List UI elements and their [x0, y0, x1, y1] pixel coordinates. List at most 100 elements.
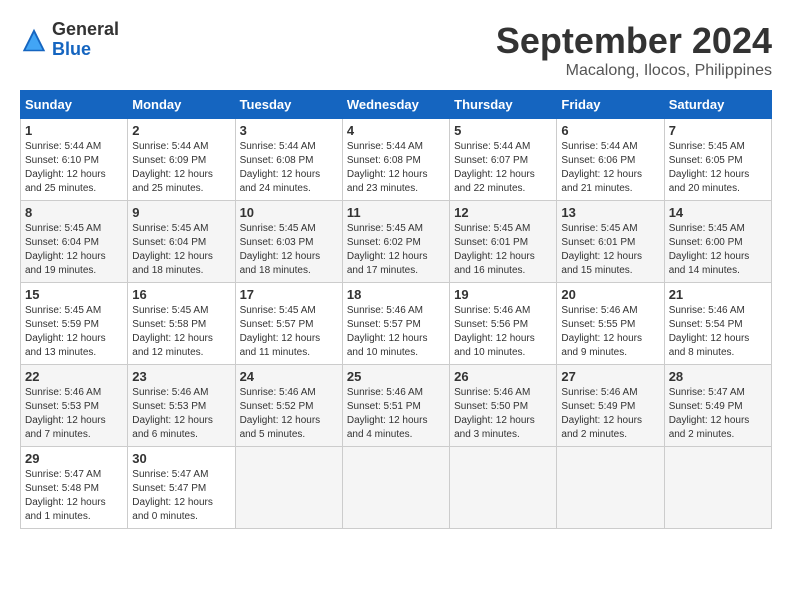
calendar-cell: 4Sunrise: 5:44 AMSunset: 6:08 PMDaylight… — [342, 119, 449, 201]
calendar-cell: 24 Sunrise: 5:46 AMSunset: 5:52 PMDayligh… — [235, 365, 342, 447]
day-number: 24 — [240, 369, 338, 384]
day-number: 22 — [25, 369, 123, 384]
day-info: Sunrise: 5:44 AMSunset: 6:08 PMDaylight:… — [240, 140, 338, 196]
day-info: Sunrise: 5:46 AMSunset: 5:52 PMDaylight:… — [240, 386, 338, 442]
day-info: Sunrise: 5:46 AMSunset: 5:57 PMDaylight:… — [347, 304, 445, 360]
day-number: 8 — [25, 205, 123, 220]
day-number: 1 — [25, 123, 123, 138]
calendar-week-row: 15 Sunrise: 5:45 AMSunset: 5:59 PMDayligh… — [21, 283, 772, 365]
calendar-cell: 13 Sunrise: 5:45 AMSunset: 6:01 PMDayligh… — [557, 201, 664, 283]
day-number: 19 — [454, 287, 552, 302]
day-number: 23 — [132, 369, 230, 384]
header-monday: Monday — [128, 91, 235, 119]
day-info: Sunrise: 5:47 AMSunset: 5:49 PMDaylight:… — [669, 386, 767, 442]
day-number: 15 — [25, 287, 123, 302]
day-number: 13 — [561, 205, 659, 220]
day-info: Sunrise: 5:44 AMSunset: 6:09 PMDaylight:… — [132, 140, 230, 196]
day-number: 16 — [132, 287, 230, 302]
header-tuesday: Tuesday — [235, 91, 342, 119]
calendar-cell — [664, 447, 771, 529]
day-info: Sunrise: 5:47 AMSunset: 5:48 PMDaylight:… — [25, 468, 123, 524]
day-info: Sunrise: 5:46 AMSunset: 5:49 PMDaylight:… — [561, 386, 659, 442]
day-info: Sunrise: 5:44 AMSunset: 6:07 PMDaylight:… — [454, 140, 552, 196]
header-thursday: Thursday — [450, 91, 557, 119]
calendar-cell: 21Sunrise: 5:46 AMSunset: 5:54 PMDayligh… — [664, 283, 771, 365]
calendar-week-row: 29 Sunrise: 5:47 AMSunset: 5:48 PMDayligh… — [21, 447, 772, 529]
weekday-header-row: Sunday Monday Tuesday Wednesday Thursday… — [21, 91, 772, 119]
day-number: 7 — [669, 123, 767, 138]
month-title: September 2024 — [496, 20, 772, 62]
day-info: Sunrise: 5:44 AMSunset: 6:10 PMDaylight:… — [25, 140, 123, 196]
calendar-cell: 19 Sunrise: 5:46 AMSunset: 5:56 PMDayligh… — [450, 283, 557, 365]
calendar-cell: 6 Sunrise: 5:44 AMSunset: 6:06 PMDaylight… — [557, 119, 664, 201]
logo-blue: Blue — [52, 39, 91, 59]
day-number: 25 — [347, 369, 445, 384]
logo-icon — [20, 26, 48, 54]
calendar-cell: 7 Sunrise: 5:45 AMSunset: 6:05 PMDaylight… — [664, 119, 771, 201]
day-info: Sunrise: 5:44 AMSunset: 6:06 PMDaylight:… — [561, 140, 659, 196]
day-number: 29 — [25, 451, 123, 466]
calendar-cell: 1 Sunrise: 5:44 AMSunset: 6:10 PMDaylight… — [21, 119, 128, 201]
calendar-cell — [557, 447, 664, 529]
day-info: Sunrise: 5:45 AMSunset: 6:04 PMDaylight:… — [25, 222, 123, 278]
day-info: Sunrise: 5:46 AMSunset: 5:54 PMDaylight:… — [669, 304, 767, 360]
calendar-cell: 25Sunrise: 5:46 AMSunset: 5:51 PMDayligh… — [342, 365, 449, 447]
calendar-cell: 16 Sunrise: 5:45 AMSunset: 5:58 PMDayligh… — [128, 283, 235, 365]
calendar-week-row: 22 Sunrise: 5:46 AMSunset: 5:53 PMDayligh… — [21, 365, 772, 447]
day-number: 12 — [454, 205, 552, 220]
logo-text: General Blue — [52, 20, 119, 60]
day-info: Sunrise: 5:45 AMSunset: 6:00 PMDaylight:… — [669, 222, 767, 278]
calendar-cell: 26 Sunrise: 5:46 AMSunset: 5:50 PMDayligh… — [450, 365, 557, 447]
day-info: Sunrise: 5:46 AMSunset: 5:56 PMDaylight:… — [454, 304, 552, 360]
calendar-cell: 15 Sunrise: 5:45 AMSunset: 5:59 PMDayligh… — [21, 283, 128, 365]
header-saturday: Saturday — [664, 91, 771, 119]
header-sunday: Sunday — [21, 91, 128, 119]
day-number: 3 — [240, 123, 338, 138]
calendar-cell: 30 Sunrise: 5:47 AMSunset: 5:47 PMDayligh… — [128, 447, 235, 529]
logo: General Blue — [20, 20, 119, 60]
logo-general: General — [52, 19, 119, 39]
day-info: Sunrise: 5:46 AMSunset: 5:50 PMDaylight:… — [454, 386, 552, 442]
day-number: 6 — [561, 123, 659, 138]
day-number: 26 — [454, 369, 552, 384]
day-info: Sunrise: 5:45 AMSunset: 6:05 PMDaylight:… — [669, 140, 767, 196]
calendar-cell: 28 Sunrise: 5:47 AMSunset: 5:49 PMDayligh… — [664, 365, 771, 447]
calendar-cell — [450, 447, 557, 529]
day-number: 5 — [454, 123, 552, 138]
day-number: 30 — [132, 451, 230, 466]
day-info: Sunrise: 5:45 AMSunset: 5:58 PMDaylight:… — [132, 304, 230, 360]
day-info: Sunrise: 5:45 AMSunset: 5:57 PMDaylight:… — [240, 304, 338, 360]
day-number: 18 — [347, 287, 445, 302]
day-info: Sunrise: 5:45 AMSunset: 6:03 PMDaylight:… — [240, 222, 338, 278]
calendar-cell — [342, 447, 449, 529]
title-area: September 2024 Macalong, Ilocos, Philipp… — [496, 20, 772, 80]
calendar-cell: 14 Sunrise: 5:45 AMSunset: 6:00 PMDayligh… — [664, 201, 771, 283]
day-number: 28 — [669, 369, 767, 384]
calendar-cell: 3 Sunrise: 5:44 AMSunset: 6:08 PMDaylight… — [235, 119, 342, 201]
day-info: Sunrise: 5:45 AMSunset: 6:01 PMDaylight:… — [454, 222, 552, 278]
calendar-cell: 22 Sunrise: 5:46 AMSunset: 5:53 PMDayligh… — [21, 365, 128, 447]
header-friday: Friday — [557, 91, 664, 119]
day-number: 14 — [669, 205, 767, 220]
calendar-cell: 23 Sunrise: 5:46 AMSunset: 5:53 PMDayligh… — [128, 365, 235, 447]
day-info: Sunrise: 5:45 AMSunset: 6:01 PMDaylight:… — [561, 222, 659, 278]
calendar-cell: 5 Sunrise: 5:44 AMSunset: 6:07 PMDaylight… — [450, 119, 557, 201]
day-number: 17 — [240, 287, 338, 302]
day-info: Sunrise: 5:46 AMSunset: 5:55 PMDaylight:… — [561, 304, 659, 360]
day-info: Sunrise: 5:47 AMSunset: 5:47 PMDaylight:… — [132, 468, 230, 524]
day-number: 20 — [561, 287, 659, 302]
calendar-cell: 8 Sunrise: 5:45 AMSunset: 6:04 PMDaylight… — [21, 201, 128, 283]
day-info: Sunrise: 5:46 AMSunset: 5:53 PMDaylight:… — [132, 386, 230, 442]
day-info: Sunrise: 5:44 AMSunset: 6:08 PMDaylight:… — [347, 140, 445, 196]
day-info: Sunrise: 5:45 AMSunset: 5:59 PMDaylight:… — [25, 304, 123, 360]
calendar-week-row: 8 Sunrise: 5:45 AMSunset: 6:04 PMDaylight… — [21, 201, 772, 283]
day-info: Sunrise: 5:46 AMSunset: 5:53 PMDaylight:… — [25, 386, 123, 442]
calendar-week-row: 1 Sunrise: 5:44 AMSunset: 6:10 PMDaylight… — [21, 119, 772, 201]
calendar-table: Sunday Monday Tuesday Wednesday Thursday… — [20, 90, 772, 529]
calendar-cell: 27Sunrise: 5:46 AMSunset: 5:49 PMDayligh… — [557, 365, 664, 447]
calendar-cell: 2Sunrise: 5:44 AMSunset: 6:09 PMDaylight… — [128, 119, 235, 201]
calendar-cell: 11Sunrise: 5:45 AMSunset: 6:02 PMDayligh… — [342, 201, 449, 283]
calendar-cell: 10Sunrise: 5:45 AMSunset: 6:03 PMDayligh… — [235, 201, 342, 283]
day-info: Sunrise: 5:45 AMSunset: 6:02 PMDaylight:… — [347, 222, 445, 278]
calendar-cell: 18 Sunrise: 5:46 AMSunset: 5:57 PMDayligh… — [342, 283, 449, 365]
